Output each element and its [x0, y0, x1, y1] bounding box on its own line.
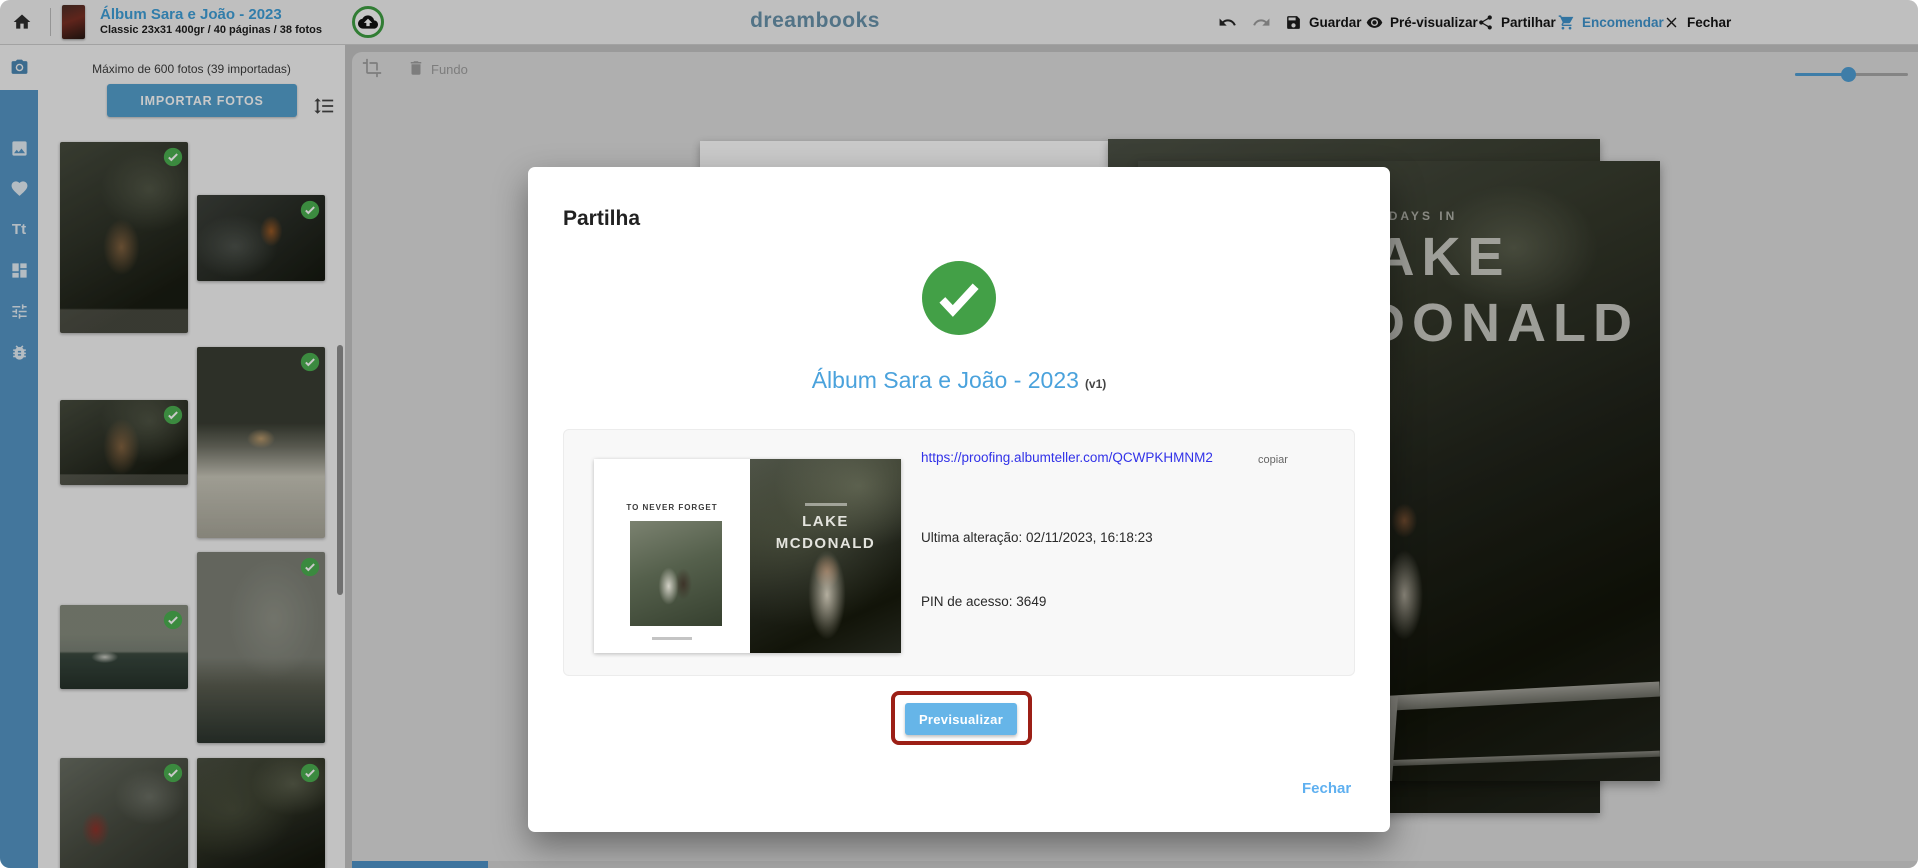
success-check-icon: [922, 261, 996, 335]
copy-link-button[interactable]: copiar: [1258, 454, 1288, 466]
share-link[interactable]: https://proofing.albumteller.com/QCWPKHM…: [921, 450, 1213, 465]
album-cover-preview: TO NEVER FORGET LAKE MCDONALD: [594, 459, 901, 653]
annotation-highlight-box: [891, 691, 1032, 745]
access-pin-label: PIN de acesso: 3649: [921, 594, 1046, 609]
share-dialog: Partilha Álbum Sara e João - 2023 (v1) TO…: [528, 167, 1390, 832]
front-cover-line2: MCDONALD: [750, 535, 901, 552]
dialog-title: Partilha: [563, 207, 640, 231]
shared-album-name: Álbum Sara e João - 2023 (v1): [528, 367, 1390, 394]
back-cover-photo: [630, 521, 722, 626]
shared-album-name-text: Álbum Sara e João - 2023: [812, 367, 1079, 393]
album-version: (v1): [1085, 377, 1106, 391]
front-cover-kicker: [750, 503, 901, 506]
cover-preview-front: LAKE MCDONALD: [750, 459, 901, 653]
dialog-close-button[interactable]: Fechar: [1302, 780, 1351, 797]
back-cover-footer-text: [652, 637, 692, 640]
back-cover-caption: TO NEVER FORGET: [594, 503, 750, 512]
front-cover-line1: LAKE: [750, 513, 901, 530]
share-info-card: TO NEVER FORGET LAKE MCDONALD https://pr…: [563, 429, 1355, 676]
last-change-label: Ultima alteração: 02/11/2023, 16:18:23: [921, 530, 1153, 545]
album-editor-window: Álbum Sara e João - 2023 Classic 23x31 4…: [0, 0, 1918, 868]
cover-preview-back: TO NEVER FORGET: [594, 459, 750, 653]
